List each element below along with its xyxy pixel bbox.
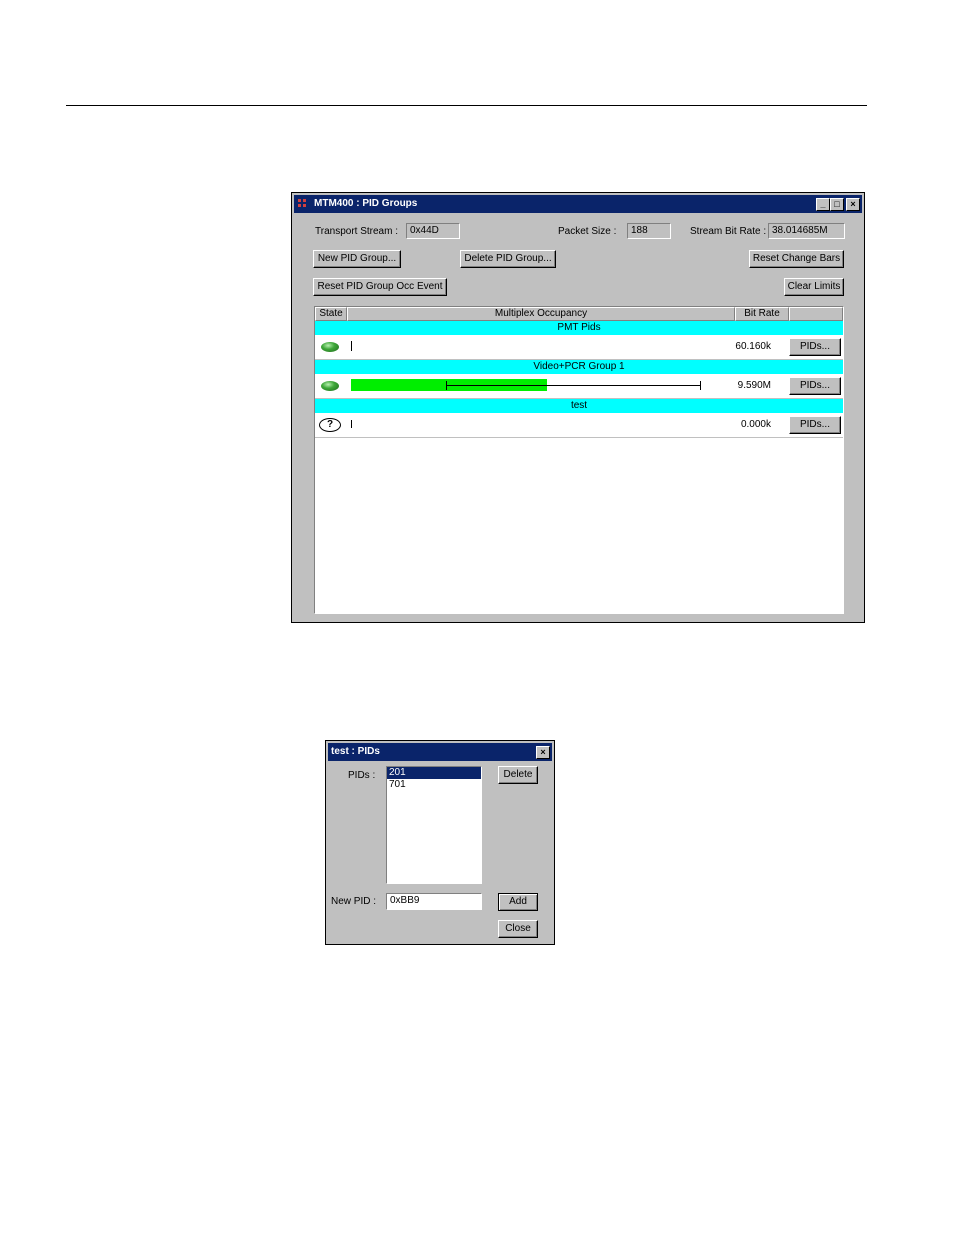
pid-groups-titlebar[interactable]: MTM400 : PID Groups _ □ × <box>294 195 862 213</box>
app-icon <box>298 199 310 209</box>
occupancy-zero-tick <box>351 420 352 428</box>
minimize-icon[interactable]: _ <box>816 198 830 211</box>
pid-listbox[interactable]: 201 701 <box>386 766 482 884</box>
close-icon[interactable]: × <box>846 198 860 211</box>
occupancy-range-min-cap <box>446 381 447 390</box>
reset-occ-event-button[interactable]: Reset PID Group Occ Event <box>313 278 447 296</box>
state-ok-led-icon <box>321 381 339 391</box>
pid-list-item[interactable]: 701 <box>387 779 481 791</box>
group-row: 60.160k PIDs... <box>315 335 843 360</box>
pid-list: 201 701 <box>387 767 481 791</box>
new-pid-group-button[interactable]: New PID Group... <box>313 250 401 268</box>
close-icon[interactable]: × <box>536 746 550 759</box>
pids-button[interactable]: PIDs... <box>789 338 841 356</box>
delete-pid-group-button[interactable]: Delete PID Group... <box>460 250 556 268</box>
bit-rate-value: 9.590M <box>737 380 771 391</box>
group-band-test: test <box>315 399 843 413</box>
packet-size-label: Packet Size : <box>558 226 617 237</box>
state-ok-led-icon <box>321 342 339 352</box>
occupancy-bar <box>351 416 701 432</box>
column-header-action <box>789 307 843 321</box>
group-row: 9.590M PIDs... <box>315 374 843 399</box>
bit-rate-value: 0.000k <box>740 419 771 430</box>
occupancy-zero-tick <box>351 341 352 351</box>
column-header-state[interactable]: State <box>315 307 347 321</box>
group-band-video-pcr: Video+PCR Group 1 <box>315 360 843 374</box>
new-pid-label: New PID : <box>331 896 377 907</box>
transport-stream-label: Transport Stream : <box>315 226 398 237</box>
delete-pid-button[interactable]: Delete <box>498 766 538 784</box>
transport-stream-field: 0x44D <box>406 223 460 239</box>
page-header-rule <box>66 105 867 106</box>
group-row: ? 0.000k PIDs... <box>315 413 843 438</box>
packet-size-field: 188 <box>627 223 671 239</box>
grid-header: State Multiplex Occupancy Bit Rate <box>315 307 843 321</box>
clear-limits-button[interactable]: Clear Limits <box>784 278 844 296</box>
column-header-occupancy[interactable]: Multiplex Occupancy <box>347 307 735 321</box>
state-unknown-question-icon: ? <box>319 418 341 432</box>
occupancy-bar <box>351 377 701 393</box>
add-pid-button[interactable]: Add <box>498 893 538 911</box>
reset-change-bars-button[interactable]: Reset Change Bars <box>749 250 844 268</box>
pids-label: PIDs : <box>348 770 376 781</box>
column-header-bit-rate[interactable]: Bit Rate <box>735 307 789 321</box>
dialog-title: test : PIDs <box>331 746 380 757</box>
pid-groups-grid: State Multiplex Occupancy Bit Rate PMT P… <box>314 306 844 614</box>
pid-list-item[interactable]: 201 <box>387 767 481 779</box>
new-pid-input[interactable]: 0xBB9 <box>386 893 482 910</box>
window-title: MTM400 : PID Groups <box>314 198 418 209</box>
stream-bit-rate-label: Stream Bit Rate : <box>690 226 767 237</box>
pids-button[interactable]: PIDs... <box>789 377 841 395</box>
pids-dialog: test : PIDs × PIDs : 201 701 Delete New P… <box>325 740 555 945</box>
pid-groups-window: MTM400 : PID Groups _ □ × Transport Stre… <box>291 192 865 623</box>
pids-button[interactable]: PIDs... <box>789 416 841 434</box>
occupancy-bar <box>351 338 701 354</box>
stream-bit-rate-field: 38.014685M <box>768 223 845 239</box>
bit-rate-value: 60.160k <box>735 341 771 352</box>
close-dialog-button[interactable]: Close <box>498 920 538 938</box>
occupancy-range-line <box>446 385 700 386</box>
maximize-icon[interactable]: □ <box>830 198 844 211</box>
group-band-pmt-pids: PMT Pids <box>315 321 843 335</box>
pids-dialog-titlebar[interactable]: test : PIDs × <box>328 743 552 761</box>
